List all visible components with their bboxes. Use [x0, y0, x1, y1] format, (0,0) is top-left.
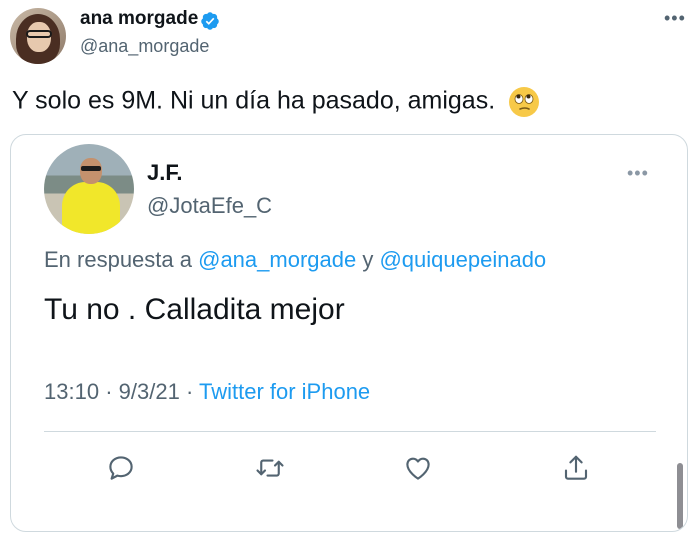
- tweet-screenshot: ana morgade @ana_morgade ••• Y solo es 9…: [0, 0, 700, 545]
- verified-badge-icon: [201, 12, 219, 30]
- author-name[interactable]: ana morgade: [80, 8, 198, 30]
- quoted-author-avatar[interactable]: [44, 144, 134, 234]
- reply-button[interactable]: [104, 451, 138, 485]
- tweet-metadata: 13:10 · 9/3/21 · Twitter for iPhone: [44, 379, 370, 405]
- more-icon[interactable]: •••: [627, 163, 649, 184]
- retweet-icon: [256, 459, 284, 477]
- scrollbar[interactable]: [677, 463, 683, 529]
- reply-connector: y: [362, 247, 374, 272]
- tweet-date[interactable]: 9/3/21: [119, 379, 180, 404]
- heart-icon: [406, 457, 430, 480]
- quoted-tweet-card[interactable]: J.F. @JotaEfe_C ••• En respuesta a @ana_…: [10, 134, 688, 532]
- author-avatar[interactable]: [10, 8, 66, 64]
- mention-link[interactable]: @quiquepeinado: [379, 247, 546, 272]
- separator: ·: [105, 379, 113, 404]
- reply-prefix: En respuesta a: [44, 247, 192, 272]
- retweet-button[interactable]: [253, 451, 287, 485]
- quoted-tweet-text: Tu no . Calladita mejor: [44, 293, 345, 326]
- quoted-author-handle[interactable]: @JotaEfe_C: [147, 193, 272, 219]
- mention-link[interactable]: @ana_morgade: [198, 247, 356, 272]
- tweet-source-link[interactable]: Twitter for iPhone: [199, 379, 370, 404]
- tweet-time[interactable]: 13:10: [44, 379, 99, 404]
- action-bar: [11, 451, 687, 487]
- reply-context: En respuesta a @ana_morgade y @quiquepei…: [44, 247, 546, 273]
- tweet-body: Y solo es 9M. Ni un día ha pasado, amiga…: [12, 86, 496, 115]
- author-handle[interactable]: @ana_morgade: [80, 36, 209, 57]
- reply-icon: [109, 456, 133, 480]
- quoted-author-name[interactable]: J.F.: [147, 160, 182, 186]
- eye-roll-emoji-icon: [509, 87, 540, 117]
- like-button[interactable]: [401, 451, 435, 485]
- separator: ·: [185, 379, 194, 404]
- tweet-text: Y solo es 9M. Ni un día ha pasado, amiga…: [12, 86, 540, 118]
- divider: [44, 431, 656, 432]
- share-button[interactable]: [559, 451, 593, 485]
- share-icon: [564, 455, 588, 480]
- more-icon[interactable]: •••: [664, 8, 686, 29]
